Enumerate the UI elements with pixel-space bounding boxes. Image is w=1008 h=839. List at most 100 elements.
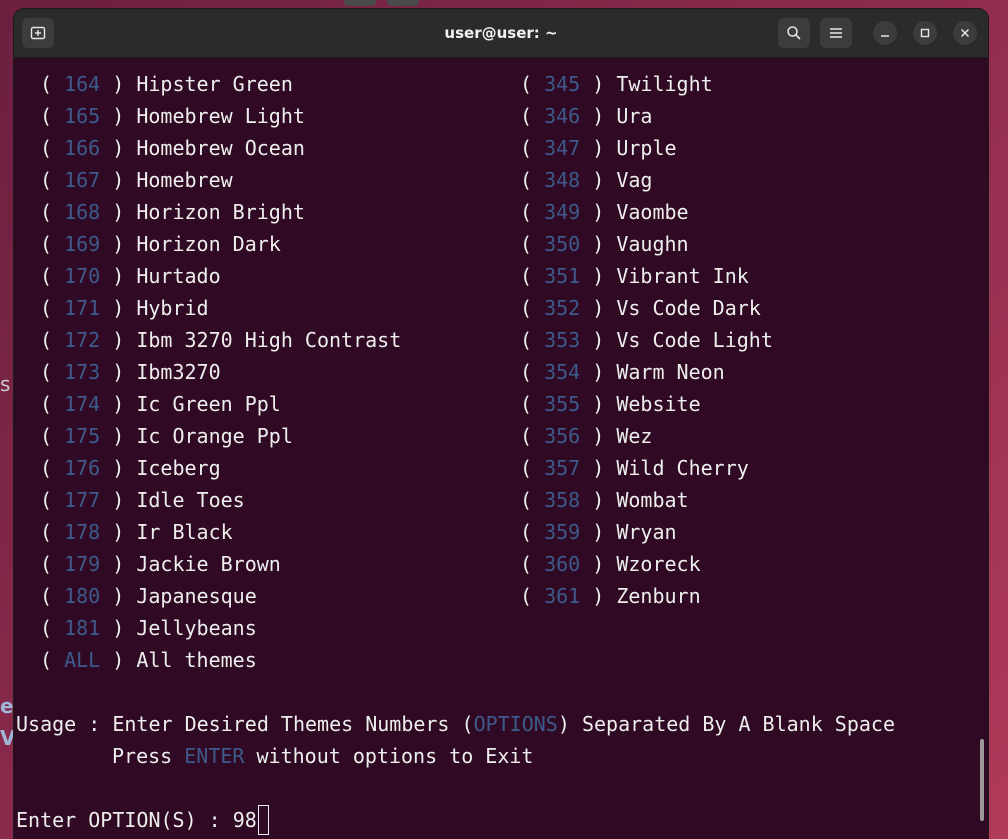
theme-number: 166	[64, 136, 101, 160]
theme-number: 360	[544, 552, 581, 576]
close-paren: )	[100, 232, 137, 256]
title-bar[interactable]: user@user: ~	[14, 9, 988, 58]
scrollbar[interactable]	[980, 739, 984, 821]
theme-number: 350	[544, 232, 581, 256]
maximize-button[interactable]	[913, 21, 937, 45]
search-button[interactable]	[778, 18, 810, 48]
open-paren: (	[40, 552, 65, 576]
desktop-window-tab	[344, 0, 376, 6]
theme-number: 167	[64, 168, 101, 192]
theme-name: Homebrew Ocean	[136, 136, 305, 160]
theme-number: 353	[544, 328, 581, 352]
maximize-icon	[920, 28, 930, 38]
text-cursor	[257, 805, 269, 835]
close-paren: )	[580, 424, 617, 448]
theme-option: ( 355 ) Website	[520, 388, 701, 420]
theme-name: Wild Cherry	[616, 456, 749, 480]
theme-number: 165	[64, 104, 101, 128]
open-paren: (	[520, 424, 545, 448]
usage-line: Usage : Enter Desired Themes Numbers (OP…	[16, 708, 895, 740]
close-paren: )	[100, 296, 137, 320]
theme-name: Iceberg	[136, 456, 221, 480]
close-paren: )	[580, 264, 617, 288]
minimize-button[interactable]	[873, 21, 897, 45]
theme-option: ( 166 ) Homebrew Ocean	[40, 132, 305, 164]
open-paren: (	[40, 232, 65, 256]
open-paren: (	[520, 136, 545, 160]
close-paren: )	[580, 392, 617, 416]
theme-number: 171	[64, 296, 101, 320]
close-paren: )	[580, 168, 617, 192]
open-paren: (	[40, 360, 65, 384]
terminal-output[interactable]: ( 164 ) Hipster Green( 165 ) Homebrew Li…	[14, 58, 988, 839]
open-paren: (	[520, 520, 545, 544]
theme-number: 169	[64, 232, 101, 256]
prompt-line[interactable]: Enter OPTION(S) : 98	[16, 804, 269, 836]
theme-option: ( 174 ) Ic Green Ppl	[40, 388, 281, 420]
theme-name: Japanesque	[136, 584, 257, 608]
theme-number: 181	[64, 616, 101, 640]
theme-name: Twilight	[616, 72, 713, 96]
theme-number: 175	[64, 424, 101, 448]
theme-name: Horizon Dark	[136, 232, 281, 256]
theme-number: 345	[544, 72, 581, 96]
menu-button[interactable]	[820, 18, 852, 48]
close-paren: )	[100, 200, 137, 224]
theme-option: ( 345 ) Twilight	[520, 68, 713, 100]
open-paren: (	[520, 72, 545, 96]
theme-number: 356	[544, 424, 581, 448]
theme-option: ( 347 ) Urple	[520, 132, 677, 164]
theme-option: ( 172 ) Ibm 3270 High Contrast	[40, 324, 401, 356]
prompt-input[interactable]: 98	[233, 808, 257, 832]
theme-option: ( 353 ) Vs Code Light	[520, 324, 773, 356]
theme-name: Vibrant Ink	[616, 264, 749, 288]
open-paren: (	[40, 296, 65, 320]
open-paren: (	[520, 552, 545, 576]
terminal-window: user@user: ~ (164) Hipster Green (165…	[14, 9, 988, 839]
theme-option: ( 179 ) Jackie Brown	[40, 548, 281, 580]
theme-number: 354	[544, 360, 581, 384]
theme-number: 176	[64, 456, 101, 480]
close-paren: )	[100, 136, 137, 160]
theme-option: ( 175 ) Ic Orange Ppl	[40, 420, 293, 452]
theme-number: 347	[544, 136, 581, 160]
close-paren: )	[580, 232, 617, 256]
theme-option: ( 164 ) Hipster Green	[40, 68, 293, 100]
theme-number: 355	[544, 392, 581, 416]
theme-option: ( 352 ) Vs Code Dark	[520, 292, 761, 324]
desktop-window-tab	[387, 0, 419, 6]
close-paren: )	[100, 648, 137, 672]
close-paren: )	[100, 392, 137, 416]
theme-name: Wryan	[616, 520, 677, 544]
theme-number: 351	[544, 264, 581, 288]
close-paren: )	[580, 104, 617, 128]
theme-option: ( 358 ) Wombat	[520, 484, 689, 516]
theme-option: ( 170 ) Hurtado	[40, 260, 221, 292]
theme-option: ( 165 ) Homebrew Light	[40, 100, 305, 132]
theme-name: Vs Code Dark	[616, 296, 761, 320]
theme-number: 172	[64, 328, 101, 352]
open-paren: (	[520, 584, 545, 608]
theme-name: Ibm3270	[136, 360, 221, 384]
theme-number: 352	[544, 296, 581, 320]
theme-number: 180	[64, 584, 101, 608]
theme-option: ( 167 ) Homebrew	[40, 164, 233, 196]
theme-name: Hurtado	[136, 264, 221, 288]
open-paren: (	[520, 392, 545, 416]
close-paren: )	[100, 360, 137, 384]
theme-name: Vag	[616, 168, 653, 192]
theme-name: Vaombe	[616, 200, 689, 224]
open-paren: (	[40, 648, 65, 672]
close-button[interactable]	[953, 21, 977, 45]
theme-number: 178	[64, 520, 101, 544]
theme-number: 177	[64, 488, 101, 512]
press-prefix: Press	[112, 744, 185, 768]
theme-option: ( 346 ) Ura	[520, 100, 652, 132]
usage-prefix: Usage : Enter Desired Themes Numbers (	[16, 712, 474, 736]
open-paren: (	[520, 296, 545, 320]
theme-number: 174	[64, 392, 101, 416]
theme-option: ( 169 ) Horizon Dark	[40, 228, 281, 260]
theme-number: 168	[64, 200, 101, 224]
usage-suffix: ) Separated By A Blank Space	[557, 712, 896, 736]
theme-option: ( 181 ) Jellybeans	[40, 612, 257, 644]
